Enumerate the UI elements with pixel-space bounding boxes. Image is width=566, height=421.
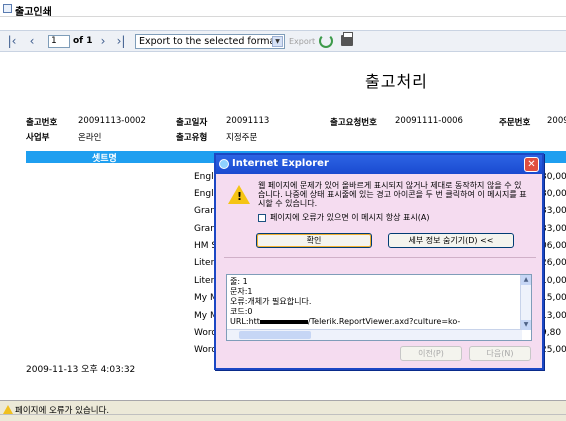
field-label: 출고번호 — [26, 118, 58, 128]
table-cell: 06,00 — [541, 241, 566, 251]
table-cell: 26,00 — [541, 258, 566, 268]
table-cell: Engl — [194, 172, 214, 182]
chevron-down-icon: ▼ — [272, 36, 283, 47]
scroll-thumb[interactable] — [239, 331, 311, 339]
report-toolbar: |‹ ‹ 1 of 1 › ›| Export to the selected … — [0, 30, 566, 52]
dialog-message: 웹 페이지에 문제가 있어 올바르게 표시되지 않거나 제대로 동작하지 않을 … — [258, 181, 527, 208]
internet-explorer-icon — [219, 159, 229, 169]
table-cell: Gran — [194, 206, 216, 216]
vertical-scrollbar[interactable]: ▲ ▼ — [520, 275, 531, 330]
error-details-text: 줄: 1 문자:1 오류:개체가 필요합니다. 코드:0 URL:htt/Tel… — [230, 277, 520, 327]
table-cell: 33,00 — [541, 206, 566, 216]
table-cell: 10,00 — [541, 276, 566, 286]
always-show-checkbox[interactable]: 페이지에 오류가 있으면 이 메시지 항상 표시(A) — [258, 212, 528, 223]
next-page-icon[interactable]: › — [95, 33, 111, 49]
redacted-block — [259, 319, 308, 324]
warning-icon — [228, 185, 250, 204]
export-format-select[interactable]: Export to the selected format ▼ — [135, 34, 285, 49]
scroll-down-icon[interactable]: ▼ — [521, 320, 531, 330]
field-value: 20091111-0006 — [395, 116, 463, 126]
export-button[interactable]: Export — [289, 37, 315, 46]
window-titlebar: 출고인쇄 — [0, 0, 566, 18]
hide-details-button[interactable]: 세부 정보 숨기기(D) << — [388, 233, 514, 248]
dialog-separator — [224, 257, 536, 258]
previous-button[interactable]: 이전(P) — [400, 346, 462, 361]
page-count-label: of 1 — [73, 36, 93, 46]
table-cell: 15,00 — [541, 293, 566, 303]
table-cell: 13,00 — [541, 311, 566, 321]
status-bar: 페이지에 오류가 있습니다. — [0, 400, 566, 421]
field-value: 20091113 — [226, 116, 270, 126]
field-label: 사업부 — [26, 133, 50, 143]
detail-line-url: URL:htt/Telerik.ReportViewer.axd?culture… — [230, 317, 520, 327]
table-cell: Gran — [194, 224, 216, 234]
field-label: 출고유형 — [176, 133, 208, 143]
report-title: 출고처리 — [365, 72, 428, 91]
warning-icon[interactable] — [3, 405, 13, 414]
field-label: 출고일자 — [176, 118, 208, 128]
scroll-up-icon[interactable]: ▲ — [521, 275, 531, 285]
detail-line: 문자:1 — [230, 287, 253, 296]
prev-page-icon[interactable]: ‹ — [24, 33, 40, 49]
dialog-title: Internet Explorer — [232, 158, 329, 169]
field-value: 20091113-0002 — [78, 116, 146, 126]
window-title: 출고인쇄 — [15, 7, 52, 18]
ie-error-dialog: Internet Explorer ✕ 웹 페이지에 문제가 있어 올바르게 표… — [214, 153, 544, 370]
page-icon — [3, 4, 12, 13]
error-details-box[interactable]: 줄: 1 문자:1 오류:개체가 필요합니다. 코드:0 URL:htt/Tel… — [226, 274, 532, 341]
report-timestamp: 2009-11-13 오후 4:03:32 — [26, 365, 136, 375]
detail-line: 줄: 1 — [230, 277, 248, 286]
field-value: 2009 — [547, 116, 566, 126]
refresh-icon[interactable] — [319, 34, 333, 48]
table-cell: 30,00 — [541, 172, 566, 182]
checkbox-box[interactable] — [258, 213, 266, 222]
column-header: 셋트명 — [92, 154, 117, 164]
table-cell: Engl — [194, 189, 214, 199]
detail-line: 오류:개체가 필요합니다. — [230, 297, 312, 306]
table-cell: 33,00 — [541, 224, 566, 234]
first-page-icon[interactable]: |‹ — [4, 33, 20, 49]
last-page-icon[interactable]: ›| — [113, 33, 129, 49]
field-label: 출고요청번호 — [330, 118, 377, 128]
ok-button[interactable]: 확인 — [256, 233, 372, 248]
status-divider — [0, 414, 566, 415]
page-number-input[interactable]: 1 — [48, 35, 70, 48]
next-button[interactable]: 다음(N) — [469, 346, 531, 361]
horizontal-scrollbar[interactable] — [227, 329, 522, 340]
table-cell: 25,00 — [541, 345, 566, 355]
export-format-value: Export to the selected format — [139, 36, 280, 47]
close-button[interactable]: ✕ — [524, 157, 539, 172]
url-suffix: /Telerik.ReportViewer.axd?culture=ko- — [307, 317, 461, 326]
field-label: 주문번호 — [499, 118, 531, 128]
checkbox-label: 페이지에 오류가 있으면 이 메시지 항상 표시(A) — [270, 213, 430, 222]
field-value: 지정주문 — [226, 133, 258, 143]
dialog-titlebar[interactable]: Internet Explorer ✕ — [216, 155, 542, 174]
table-cell: 30,00 — [541, 189, 566, 199]
table-cell: 9,80 — [541, 328, 562, 338]
detail-line: 코드:0 — [230, 307, 253, 316]
print-icon[interactable] — [341, 32, 353, 46]
field-value: 온라인 — [78, 133, 102, 143]
url-prefix: URL:htt — [230, 317, 260, 326]
